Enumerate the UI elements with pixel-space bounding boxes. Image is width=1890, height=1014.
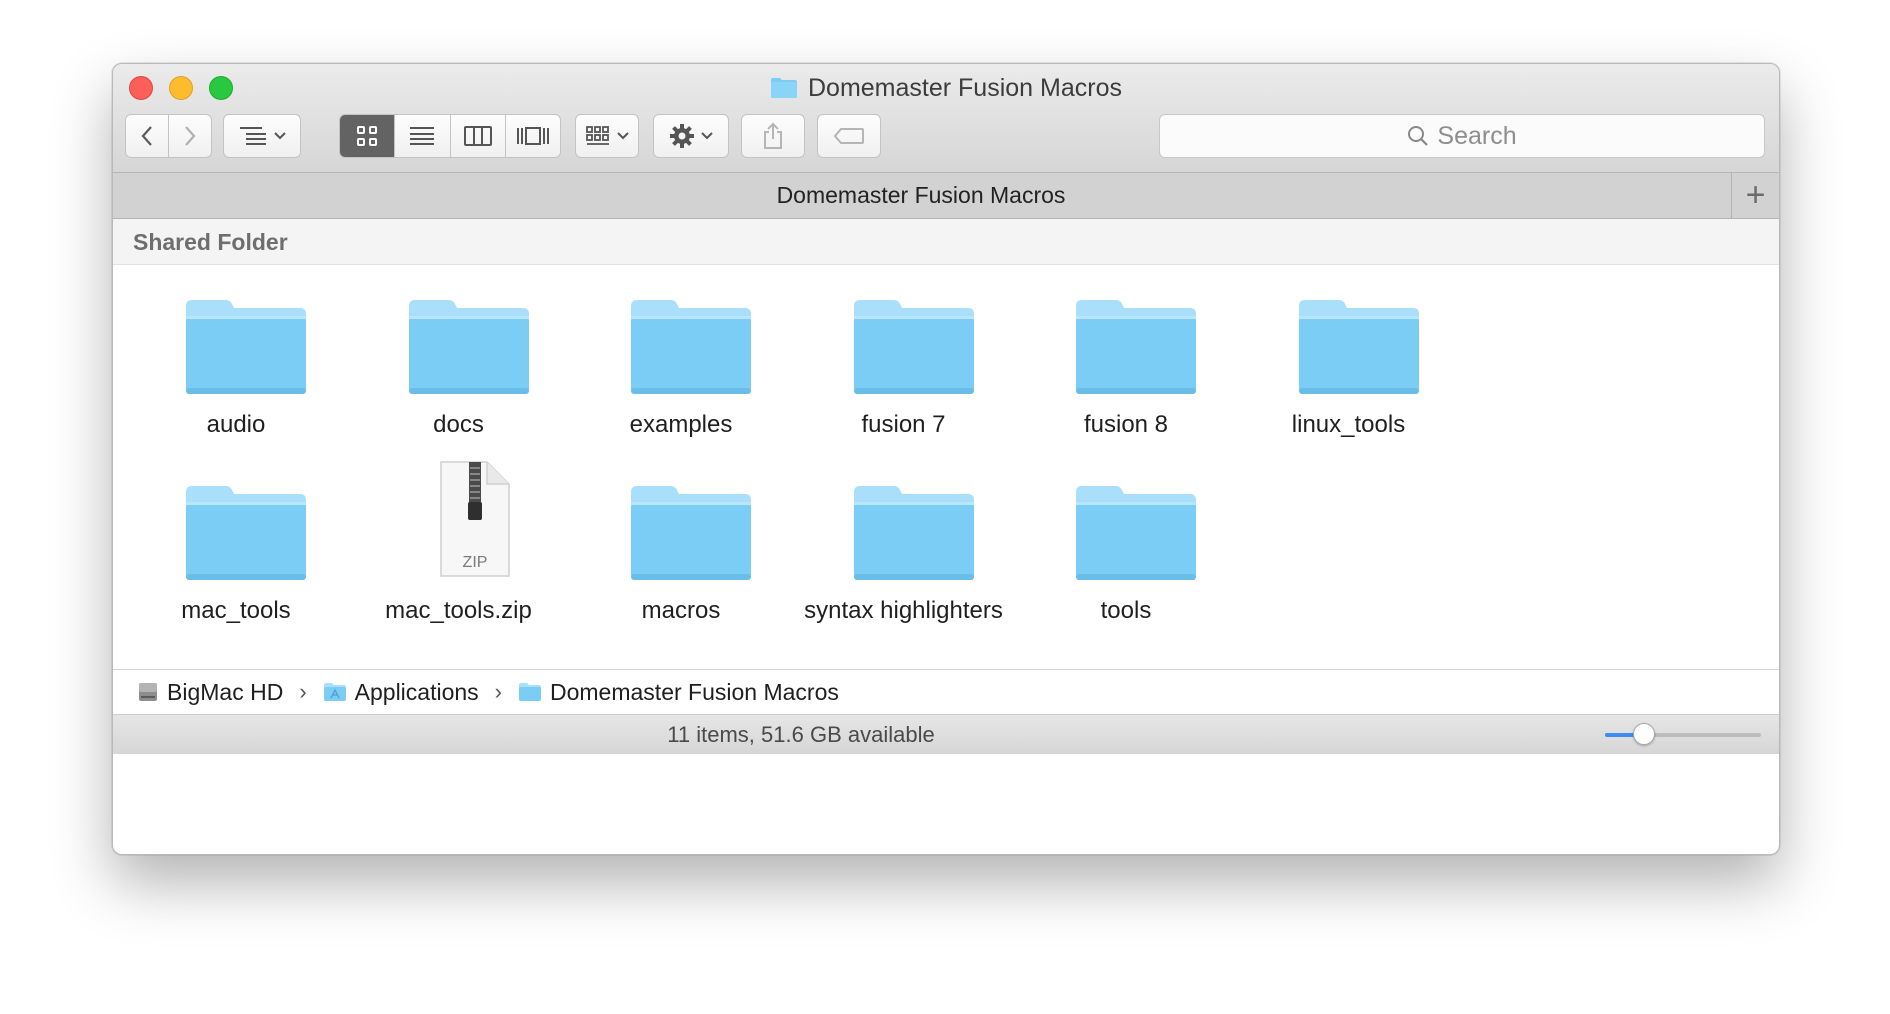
folder-item[interactable]: docs <box>339 278 579 468</box>
folder-icon <box>853 484 974 584</box>
arrange-button[interactable] <box>223 114 301 158</box>
icon-view-button[interactable] <box>340 115 395 157</box>
action-button[interactable] <box>653 114 729 158</box>
folder-icon <box>518 682 542 702</box>
chevron-right-icon: › <box>494 679 502 704</box>
zip-file-item[interactable]: ZIP mac_tools.zip <box>339 461 579 654</box>
item-name: fusion 8 <box>1083 411 1169 438</box>
forward-button[interactable] <box>168 114 212 158</box>
slider-knob[interactable] <box>1633 723 1655 745</box>
back-button[interactable] <box>125 114 169 158</box>
folder-icon <box>408 298 529 398</box>
chevron-right-icon: › <box>299 679 307 704</box>
group-button[interactable] <box>575 114 639 158</box>
icon-grid: audio docs examples fusion 7 fusion 8 linux_t… <box>113 265 1779 669</box>
cover-flow-view-button[interactable] <box>504 115 560 157</box>
folder-item[interactable]: fusion 7 <box>784 278 1024 468</box>
path-item-label: Applications <box>354 678 479 705</box>
icon-view-icon <box>357 126 378 146</box>
chevron-right-icon <box>185 126 196 146</box>
folder-icon <box>631 298 751 398</box>
folder-icon <box>1076 298 1196 398</box>
item-name: linux_tools <box>1291 411 1406 438</box>
chevron-down-icon <box>274 132 286 140</box>
column-view-button[interactable] <box>449 115 505 157</box>
section-header: Shared Folder <box>113 219 1779 265</box>
item-name: macros <box>641 597 721 624</box>
view-mode-control[interactable] <box>339 114 561 158</box>
path-bar: BigMac HD › Applications › Domemaster Fusion… <box>113 669 1779 715</box>
status-bar: 11 items, 51.6 GB available <box>113 715 1779 754</box>
chevron-down-icon <box>617 132 629 140</box>
chevron-left-icon <box>141 126 152 146</box>
folder-item[interactable]: examples <box>561 278 801 468</box>
folder-item[interactable]: syntax highlighters <box>784 464 1024 654</box>
item-name: audio <box>206 411 266 438</box>
folder-icon <box>631 484 751 584</box>
group-icon <box>586 126 609 145</box>
gear-icon <box>670 124 694 148</box>
list-view-icon <box>410 127 435 145</box>
finder-window: Domemaster Fusion Macros Search Domemast… <box>112 63 1780 855</box>
window-title-text: Domemaster Fusion Macros <box>808 73 1122 102</box>
folder-item[interactable]: mac_tools <box>116 464 356 654</box>
chevron-down-icon <box>701 132 713 140</box>
cover-flow-icon <box>516 127 549 145</box>
item-name: mac_tools.zip <box>385 597 532 624</box>
hard-drive-icon <box>137 681 159 703</box>
folder-item[interactable]: macros <box>561 464 801 654</box>
path-item[interactable]: BigMac HD <box>137 679 283 706</box>
window-title: Domemaster Fusion Macros <box>113 72 1779 104</box>
new-tab-button[interactable]: + <box>1731 173 1779 218</box>
search-placeholder: Search <box>1437 121 1517 150</box>
folder-item[interactable]: tools <box>1006 464 1246 654</box>
folder-item[interactable]: fusion 8 <box>1006 278 1246 468</box>
tag-icon <box>833 128 864 144</box>
item-name: examples <box>629 411 733 438</box>
folder-item[interactable]: linux_tools <box>1229 278 1469 468</box>
icon-size-slider[interactable] <box>1605 723 1761 745</box>
item-name: syntax highlighters <box>804 597 1003 624</box>
item-name: mac_tools <box>181 597 291 624</box>
search-icon <box>1408 126 1429 146</box>
search-field[interactable]: Search <box>1159 114 1765 158</box>
item-name: docs <box>433 411 484 438</box>
path-item-label: Domemaster Fusion Macros <box>550 678 839 705</box>
item-name: fusion 7 <box>861 411 946 438</box>
title-bar: Domemaster Fusion Macros Search <box>113 64 1779 173</box>
zip-archive-icon: ZIP <box>409 461 529 584</box>
path-item-label: BigMac HD <box>167 678 284 705</box>
folder-icon <box>186 484 306 584</box>
list-arrange-icon <box>240 127 266 145</box>
status-text: 11 items, 51.6 GB available <box>667 721 935 747</box>
list-view-button[interactable] <box>394 115 450 157</box>
column-view-icon <box>463 126 492 146</box>
folder-item[interactable]: audio <box>116 278 356 468</box>
path-item[interactable]: Domemaster Fusion Macros <box>518 679 839 706</box>
share-button[interactable] <box>741 114 805 158</box>
tag-button[interactable] <box>817 114 881 158</box>
folder-icon <box>1076 484 1196 584</box>
share-icon <box>764 122 782 149</box>
folder-icon <box>186 298 306 398</box>
applications-folder-icon <box>323 682 347 702</box>
path-item[interactable]: Applications <box>323 679 479 706</box>
folder-icon <box>771 78 797 98</box>
svg-text:ZIP: ZIP <box>462 554 487 571</box>
folder-icon <box>853 298 974 398</box>
item-name: tools <box>1100 597 1152 624</box>
folder-icon <box>1298 298 1419 398</box>
tab-active[interactable]: Domemaster Fusion Macros <box>113 173 1729 218</box>
tab-bar: Domemaster Fusion Macros + <box>113 173 1779 219</box>
